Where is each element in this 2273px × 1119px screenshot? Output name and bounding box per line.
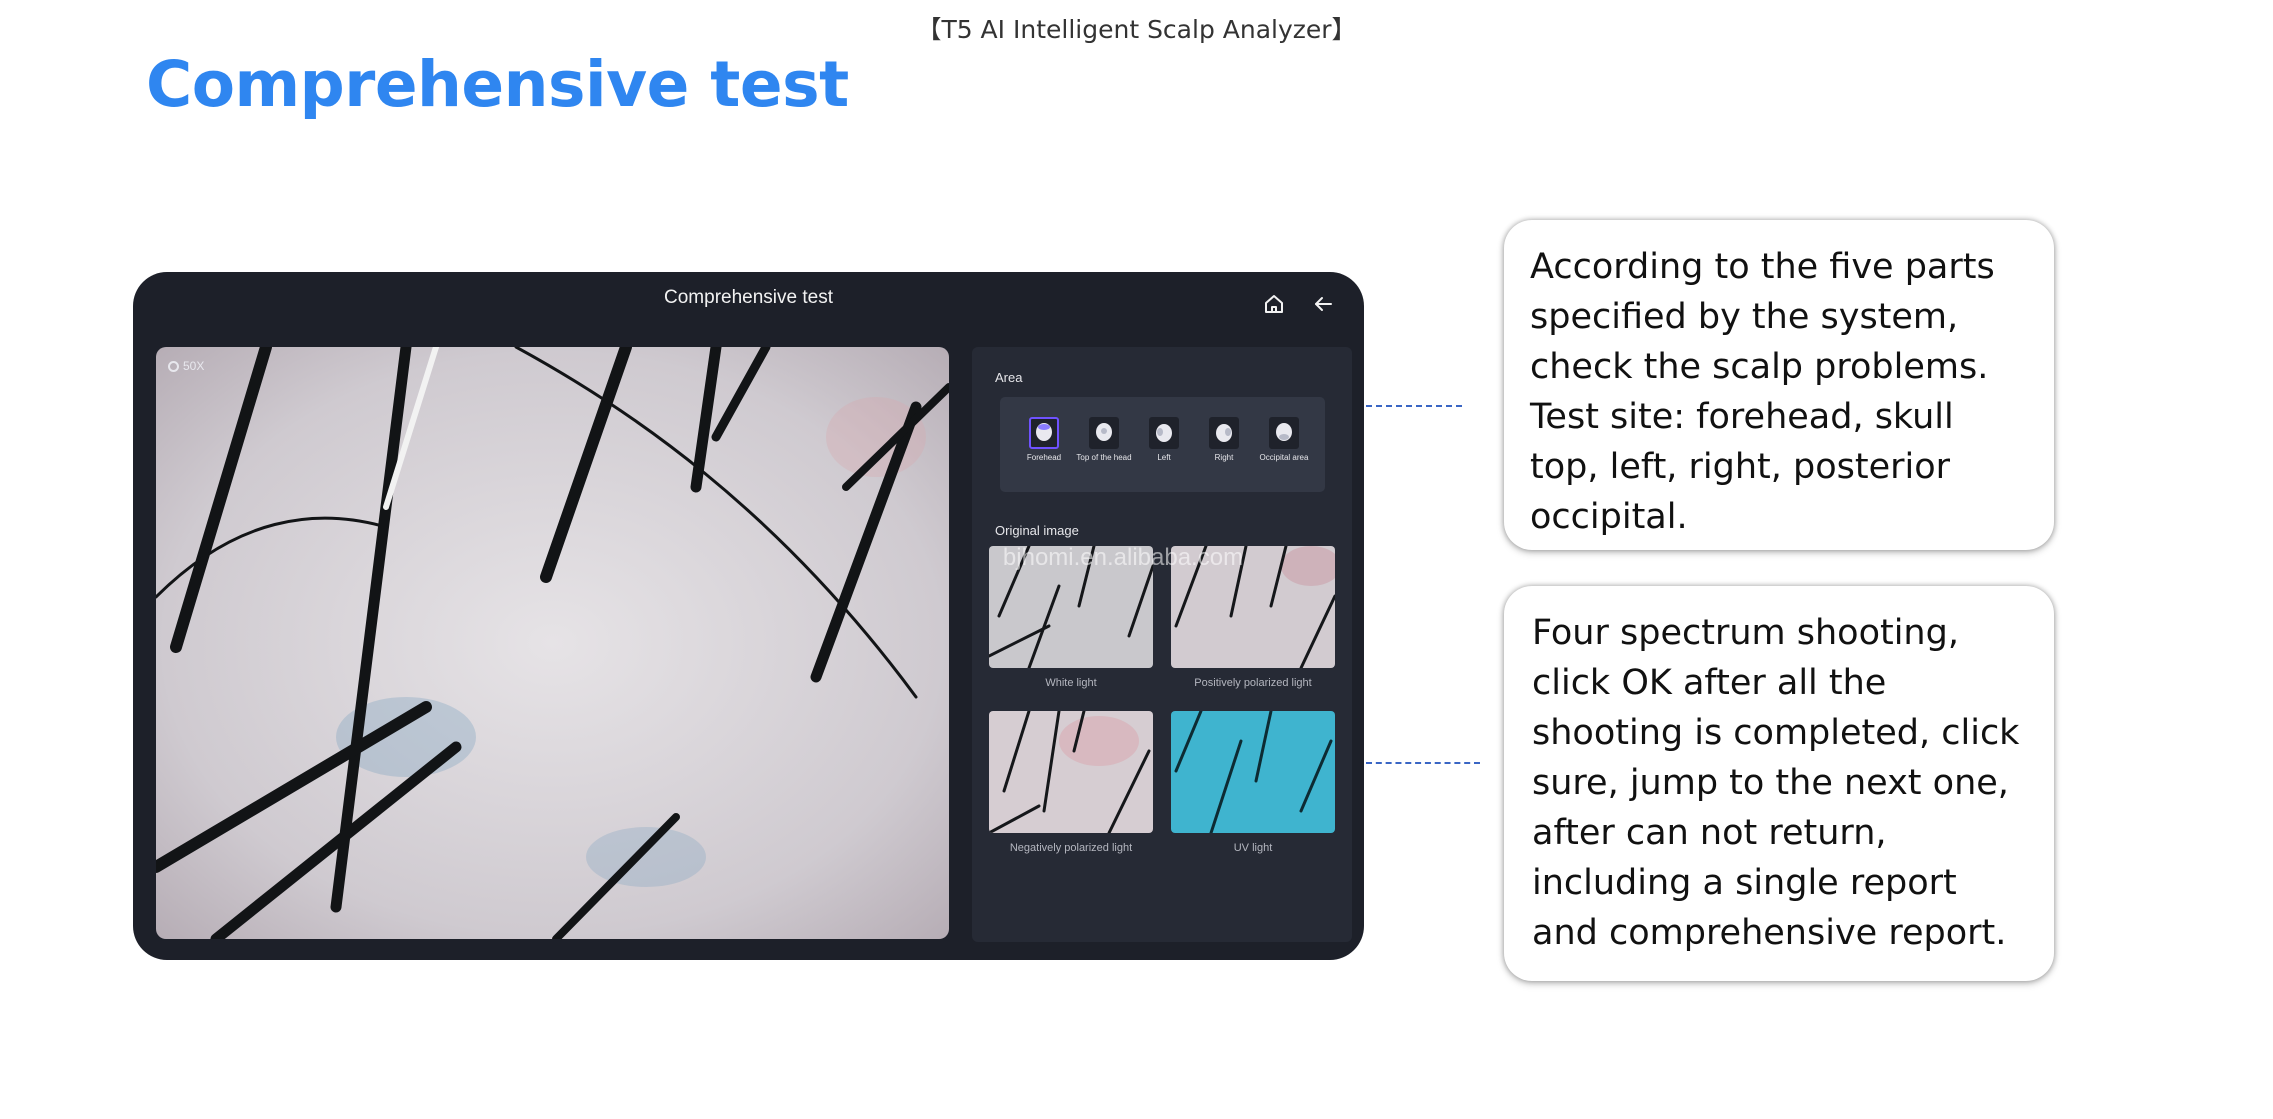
area-label: Area [995, 370, 1023, 385]
watermark: bjhomi.en.alibaba.com [1002, 544, 1244, 571]
scalp-image [156, 347, 949, 939]
head-top-icon [1089, 417, 1119, 449]
area-item-label: Forehead [1026, 453, 1062, 462]
zoom-level: 50X [183, 359, 205, 373]
area-selector: Forehead Top of the head Left Right Occi… [1000, 397, 1325, 492]
scalp-thumbnail [989, 711, 1153, 833]
tablet-title: Comprehensive test [664, 287, 833, 308]
callout-area-selection: According to the five parts specified by… [1504, 220, 2054, 550]
tablet-screen: Comprehensive test 50X Area Forehead Top… [133, 272, 1364, 960]
head-right-icon [1209, 417, 1239, 449]
head-left-icon [1149, 417, 1179, 449]
zoom-icon [168, 360, 179, 372]
callout-spectrum-shooting: Four spectrum shooting, click OK after a… [1504, 586, 2054, 981]
back-button[interactable] [1307, 288, 1339, 320]
home-button[interactable] [1258, 288, 1290, 320]
area-item-label: Top of the head [1076, 453, 1132, 462]
original-image-label: Original image [995, 523, 1079, 538]
area-item-label: Right [1214, 453, 1234, 462]
head-forehead-icon [1029, 417, 1059, 449]
page-title: Comprehensive test [146, 48, 849, 121]
area-item-occipital[interactable]: Occipital area [1256, 417, 1312, 462]
thumbnail-caption: Positively polarized light [1194, 677, 1312, 689]
microscope-preview[interactable]: 50X [156, 347, 949, 939]
area-item-label: Left [1157, 453, 1171, 462]
area-item-label: Occipital area [1259, 453, 1309, 462]
thumbnail-caption: UV light [1233, 842, 1273, 854]
side-panel: Area Forehead Top of the head Left Right… [972, 347, 1352, 942]
leader-line [1366, 762, 1480, 764]
home-icon [1265, 295, 1283, 313]
thumbnail-negatively-polarized[interactable] [989, 711, 1153, 833]
area-item-top-of-head[interactable]: Top of the head [1076, 417, 1132, 462]
area-item-left[interactable]: Left [1136, 417, 1192, 462]
thumbnail-uv-light[interactable] [1171, 711, 1335, 833]
thumbnail-caption: White light [1045, 677, 1097, 689]
zoom-indicator: 50X [168, 359, 204, 373]
area-item-right[interactable]: Right [1196, 417, 1252, 462]
document-header: 【T5 AI Intelligent Scalp Analyzer】 [916, 15, 1357, 44]
area-item-forehead[interactable]: Forehead [1016, 417, 1072, 462]
scalp-thumbnail [1171, 711, 1335, 833]
leader-line [1366, 405, 1462, 407]
thumbnail-caption: Negatively polarized light [1009, 842, 1133, 854]
arrow-left-icon [1315, 297, 1332, 311]
head-occipital-icon [1269, 417, 1299, 449]
